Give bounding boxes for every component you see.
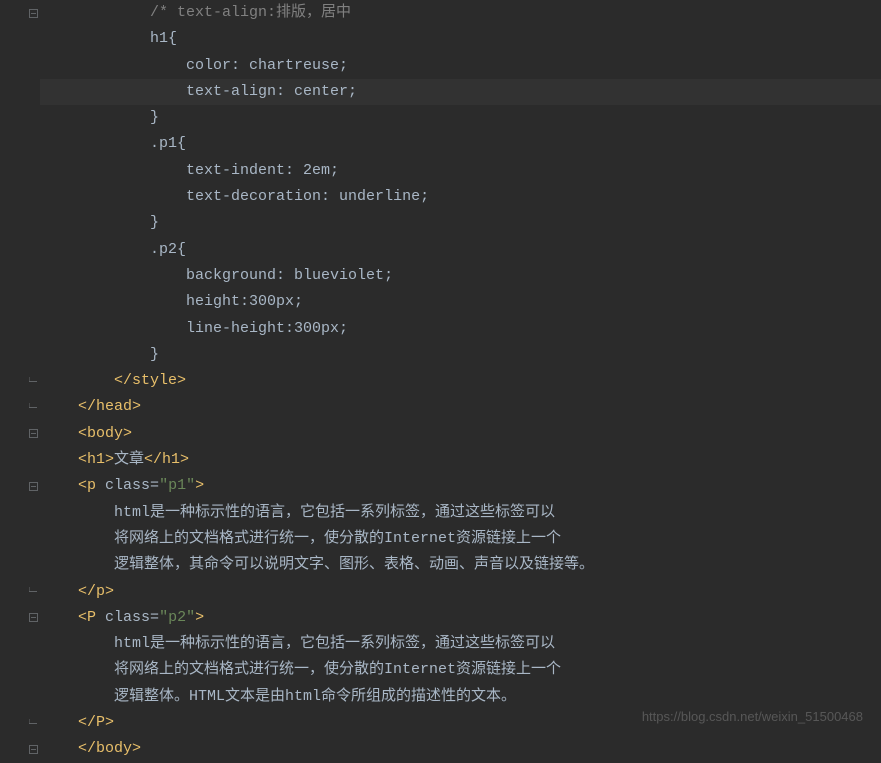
fold-end-icon[interactable] bbox=[28, 718, 38, 728]
code-token: </P> bbox=[78, 714, 114, 731]
editor-gutter bbox=[0, 0, 40, 738]
code-token: line-height:300px; bbox=[186, 320, 348, 337]
code-line[interactable]: h1{ bbox=[40, 26, 881, 52]
code-token: text-decoration: underline; bbox=[186, 188, 429, 205]
code-token: </p> bbox=[78, 583, 114, 600]
code-line[interactable]: 将网络上的文档格式进行统一，使分散的Internet资源链接上一个 bbox=[40, 657, 881, 683]
code-token: .p2{ bbox=[150, 241, 186, 258]
code-token: 逻辑整体，其命令可以说明文字、图形、表格、动画、声音以及链接等。 bbox=[114, 556, 594, 573]
code-token: 逻辑整体。HTML文本是由html命令所组成的描述性的文本。 bbox=[114, 688, 516, 705]
code-line[interactable]: .p2{ bbox=[40, 237, 881, 263]
code-line[interactable]: 逻辑整体。HTML文本是由html命令所组成的描述性的文本。 bbox=[40, 684, 881, 710]
code-line[interactable]: text-align: center; bbox=[40, 79, 881, 105]
fold-collapse-icon[interactable] bbox=[28, 8, 38, 18]
code-token: = bbox=[150, 477, 159, 494]
code-token: text-align: center; bbox=[186, 83, 357, 100]
code-token: "p2" bbox=[159, 609, 195, 626]
code-line[interactable]: 将网络上的文档格式进行统一，使分散的Internet资源链接上一个 bbox=[40, 526, 881, 552]
code-line[interactable]: <h1>文章</h1> bbox=[40, 447, 881, 473]
code-token: 文章 bbox=[114, 451, 144, 468]
code-token: class bbox=[105, 477, 150, 494]
code-token: html是一种标示性的语言，它包括一系列标签，通过这些标签可以 bbox=[114, 504, 555, 521]
code-token: "p1" bbox=[159, 477, 195, 494]
code-token: } bbox=[150, 109, 159, 126]
code-line[interactable]: <body> bbox=[40, 421, 881, 447]
fold-collapse-icon[interactable] bbox=[28, 429, 38, 439]
fold-collapse-icon[interactable] bbox=[28, 481, 38, 491]
code-line[interactable]: text-indent: 2em; bbox=[40, 158, 881, 184]
code-token: } bbox=[150, 214, 159, 231]
code-token: </body> bbox=[78, 740, 141, 757]
code-line[interactable]: <p class="p1"> bbox=[40, 473, 881, 499]
code-token: h1{ bbox=[150, 30, 177, 47]
code-token: html是一种标示性的语言，它包括一系列标签，通过这些标签可以 bbox=[114, 635, 555, 652]
code-token: <h1> bbox=[78, 451, 114, 468]
code-line[interactable]: text-decoration: underline; bbox=[40, 184, 881, 210]
code-token: color: chartreuse; bbox=[186, 57, 348, 74]
fold-end-icon[interactable] bbox=[28, 403, 38, 413]
code-line[interactable]: /* text-align:排版，居中 bbox=[40, 0, 881, 26]
code-line[interactable]: height:300px; bbox=[40, 289, 881, 315]
code-line[interactable]: .p1{ bbox=[40, 131, 881, 157]
code-line[interactable]: </body> bbox=[40, 736, 881, 762]
fold-collapse-icon[interactable] bbox=[28, 613, 38, 623]
code-line[interactable]: color: chartreuse; bbox=[40, 53, 881, 79]
fold-end-icon[interactable] bbox=[28, 376, 38, 386]
fold-end-icon[interactable] bbox=[28, 587, 38, 597]
code-token: </h1> bbox=[144, 451, 189, 468]
code-token: 将网络上的文档格式进行统一，使分散的Internet资源链接上一个 bbox=[114, 530, 561, 547]
code-line[interactable]: <P class="p2"> bbox=[40, 605, 881, 631]
code-line[interactable]: html是一种标示性的语言，它包括一系列标签，通过这些标签可以 bbox=[40, 500, 881, 526]
code-token: height:300px; bbox=[186, 293, 303, 310]
code-line[interactable]: html是一种标示性的语言，它包括一系列标签，通过这些标签可以 bbox=[40, 631, 881, 657]
code-token: } bbox=[150, 346, 159, 363]
code-token: /* text-align:排版，居中 bbox=[150, 4, 351, 21]
code-token: > bbox=[195, 477, 204, 494]
code-token: .p1{ bbox=[150, 135, 186, 152]
code-area[interactable]: /* text-align:排版，居中 h1{ color: chartreus… bbox=[40, 0, 881, 738]
code-token: </head> bbox=[78, 398, 141, 415]
code-token: background: blueviolet; bbox=[186, 267, 393, 284]
code-token: 将网络上的文档格式进行统一，使分散的Internet资源链接上一个 bbox=[114, 661, 561, 678]
code-line[interactable]: 逻辑整体，其命令可以说明文字、图形、表格、动画、声音以及链接等。 bbox=[40, 552, 881, 578]
code-line[interactable]: </p> bbox=[40, 579, 881, 605]
code-token: text-indent: 2em; bbox=[186, 162, 339, 179]
fold-collapse-icon[interactable] bbox=[28, 744, 38, 754]
code-line[interactable]: } bbox=[40, 105, 881, 131]
watermark-text: https://blog.csdn.net/weixin_51500468 bbox=[642, 709, 863, 724]
code-line[interactable]: </head> bbox=[40, 394, 881, 420]
code-token: class bbox=[105, 609, 150, 626]
code-token: = bbox=[150, 609, 159, 626]
code-line[interactable]: } bbox=[40, 210, 881, 236]
code-line[interactable]: line-height:300px; bbox=[40, 316, 881, 342]
code-token: </style> bbox=[114, 372, 186, 389]
code-token: <P bbox=[78, 609, 105, 626]
code-token: > bbox=[195, 609, 204, 626]
code-token: <p bbox=[78, 477, 105, 494]
code-line[interactable]: </style> bbox=[40, 368, 881, 394]
code-token: <body> bbox=[78, 425, 132, 442]
code-editor[interactable]: /* text-align:排版，居中 h1{ color: chartreus… bbox=[0, 0, 881, 738]
code-line[interactable]: } bbox=[40, 342, 881, 368]
code-line[interactable]: background: blueviolet; bbox=[40, 263, 881, 289]
